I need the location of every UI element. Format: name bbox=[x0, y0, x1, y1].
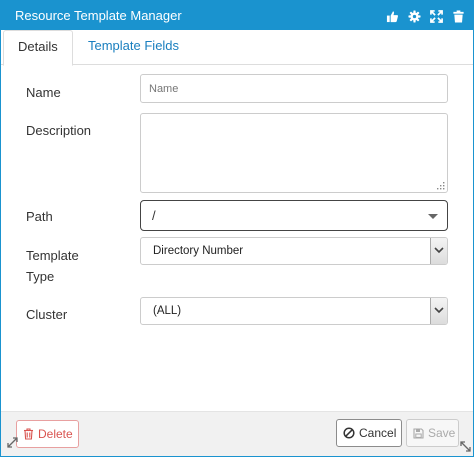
path-label: Path bbox=[26, 209, 53, 224]
save-button-label: Save bbox=[428, 426, 456, 440]
caret-down-icon bbox=[428, 214, 438, 219]
chevron-down-icon bbox=[434, 307, 444, 314]
cancel-button-label: Cancel bbox=[359, 426, 397, 440]
path-select[interactable]: / bbox=[140, 200, 448, 231]
chevron-down-icon bbox=[434, 247, 444, 254]
template-type-select-value: Directory Number bbox=[153, 245, 244, 257]
gear-icon[interactable] bbox=[408, 9, 421, 23]
name-input[interactable] bbox=[140, 74, 448, 103]
save-button[interactable]: Save bbox=[406, 419, 459, 447]
tab-template-fields[interactable]: Template Fields bbox=[74, 30, 193, 66]
dialog-footer: Delete Cancel Save bbox=[1, 411, 473, 456]
name-label: Name bbox=[26, 85, 61, 100]
delete-button[interactable]: Delete bbox=[16, 420, 79, 448]
ban-icon bbox=[343, 427, 355, 439]
resize-handle-bottom-right-icon[interactable] bbox=[460, 441, 471, 452]
tab-bar: Details Template Fields bbox=[1, 30, 473, 66]
template-type-select[interactable]: Directory Number bbox=[140, 237, 448, 265]
cancel-button[interactable]: Cancel bbox=[336, 419, 402, 447]
title-bar-actions bbox=[386, 9, 465, 23]
textarea-resize-grip-icon[interactable] bbox=[437, 182, 445, 190]
select-arrow-button[interactable] bbox=[430, 298, 447, 324]
cluster-select-value: (ALL) bbox=[153, 305, 182, 317]
floppy-disk-icon bbox=[413, 427, 424, 439]
path-select-value: / bbox=[152, 208, 156, 223]
description-textarea[interactable] bbox=[140, 113, 448, 193]
resource-template-manager-dialog: Resource Template Manager Details Templa… bbox=[0, 0, 474, 457]
tab-details[interactable]: Details bbox=[3, 30, 73, 66]
template-type-label-line2: Type bbox=[26, 269, 55, 284]
thumbs-up-icon[interactable] bbox=[386, 10, 399, 23]
cluster-label: Cluster bbox=[26, 307, 68, 322]
select-arrow-button[interactable] bbox=[430, 238, 447, 264]
delete-button-label: Delete bbox=[38, 427, 73, 441]
description-label: Description bbox=[26, 123, 92, 138]
cluster-select[interactable]: (ALL) bbox=[140, 297, 448, 325]
trash-icon[interactable] bbox=[452, 9, 465, 23]
resize-handle-bottom-left-icon[interactable] bbox=[7, 437, 18, 448]
expand-icon[interactable] bbox=[430, 9, 443, 23]
title-bar[interactable]: Resource Template Manager bbox=[1, 1, 473, 30]
trash-icon bbox=[24, 428, 33, 440]
template-type-label-line1: Template bbox=[26, 248, 79, 263]
dialog-title: Resource Template Manager bbox=[15, 8, 182, 23]
